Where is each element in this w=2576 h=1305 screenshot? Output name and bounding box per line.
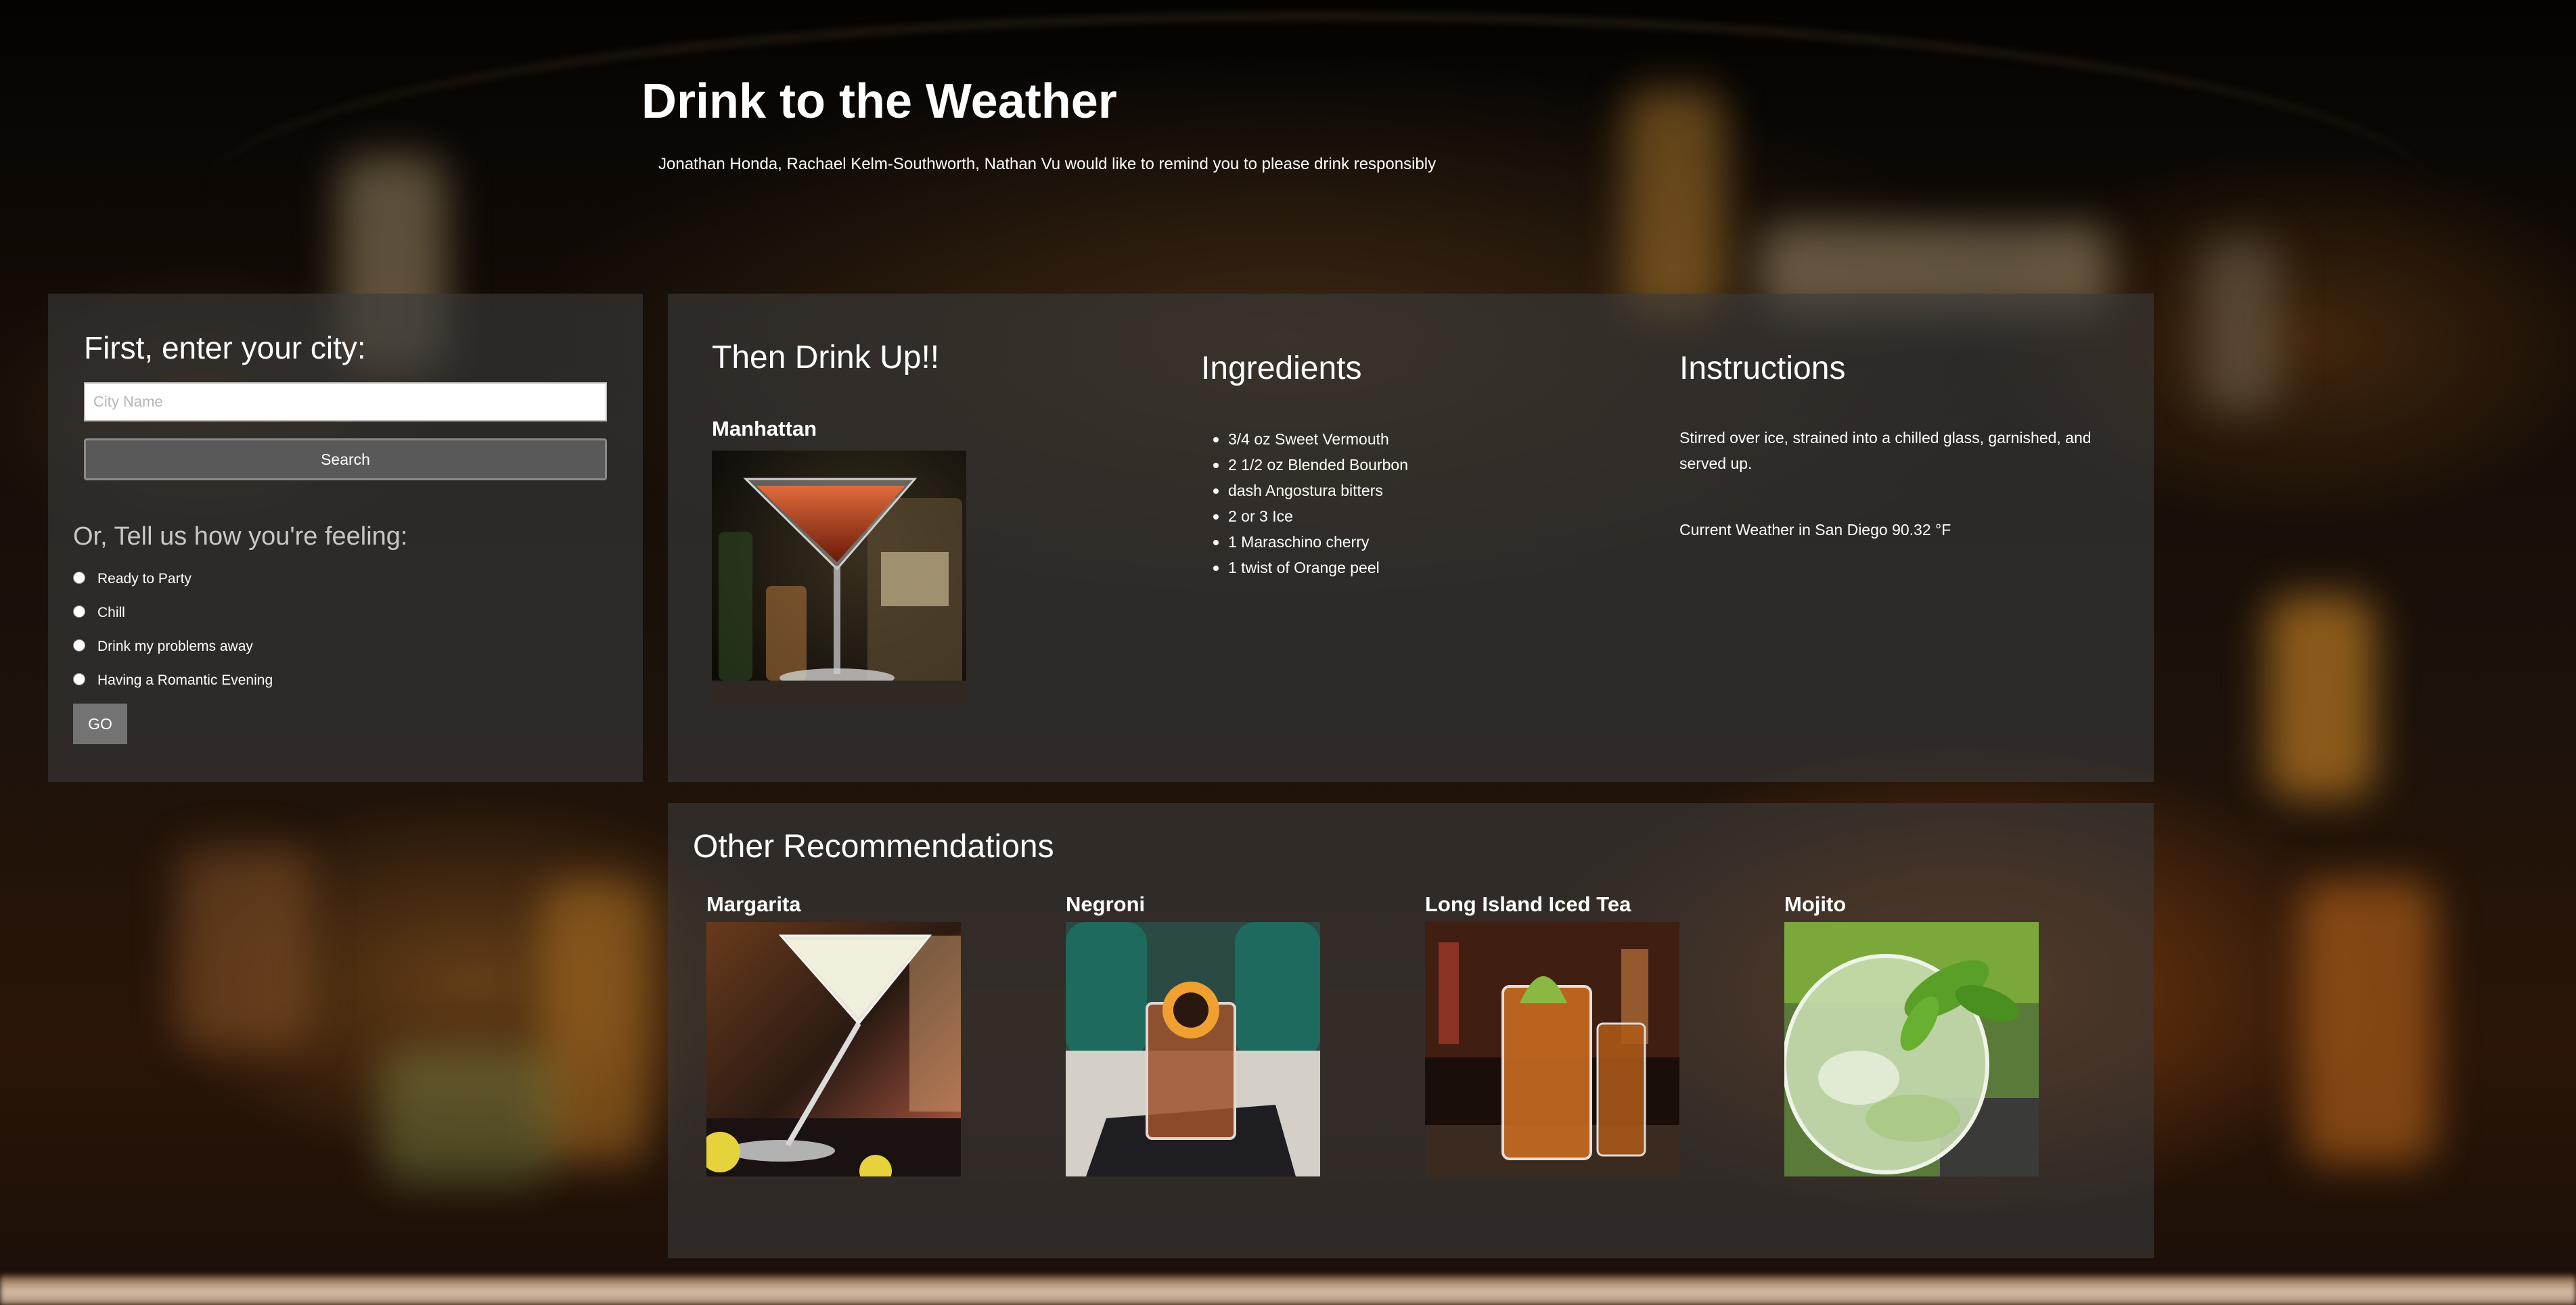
mood-option-drink-problems-away[interactable]: Drink my problems away (73, 630, 273, 664)
mood-option-romantic-evening[interactable]: Having a Romantic Evening (73, 664, 273, 697)
mood-option-chill[interactable]: Chill (73, 596, 273, 630)
go-button[interactable]: GO (73, 704, 127, 744)
mojito-icon (1784, 922, 2039, 1176)
negroni-icon (1066, 922, 1320, 1176)
ingredient-item: 1 Maraschino cherry (1213, 529, 1408, 555)
mood-options: Ready to Party Chill Drink my problems a… (73, 562, 273, 697)
site-title: Drink to the Weather (641, 74, 1117, 129)
feeling-heading: Or, Tell us how you're feeling: (73, 522, 408, 551)
mood-radio-romantic-evening[interactable] (73, 673, 85, 685)
ingredient-item: 1 twist of Orange peel (1213, 555, 1408, 580)
recommendation-name: Margarita (706, 892, 801, 916)
drink-name: Manhattan (712, 417, 817, 440)
search-button[interactable]: Search (84, 438, 607, 480)
negroni-photo[interactable] (1066, 922, 1320, 1176)
recommendation-card-negroni[interactable]: Negroni (1066, 891, 1320, 1176)
recommendation-card-long-island-iced-tea[interactable]: Long Island Iced Tea (1425, 891, 1679, 1176)
recommendation-name: Mojito (1784, 892, 1847, 916)
city-name-input[interactable] (84, 382, 607, 421)
drink-heading: Then Drink Up!! (712, 340, 940, 375)
current-weather: Current Weather in San Diego 90.32 °F (1679, 521, 1951, 539)
instructions-heading: Instructions (1679, 350, 1846, 386)
mood-label: Chill (97, 605, 125, 620)
recommendations-heading: Other Recommendations (693, 829, 1054, 865)
mood-label: Drink my problems away (97, 639, 253, 654)
recommendation-card-mojito[interactable]: Mojito (1784, 891, 2039, 1176)
margarita-icon (706, 922, 961, 1176)
ingredient-list: 3/4 oz Sweet Vermouth 2 1/2 oz Blended B… (1213, 426, 1408, 580)
ingredients-heading: Ingredients (1201, 350, 1362, 386)
mood-radio-drink-problems-away[interactable] (73, 639, 85, 651)
recommendations-panel: Other Recommendations Margarita Negroni … (668, 803, 2154, 1258)
ingredient-item: 3/4 oz Sweet Vermouth (1213, 426, 1408, 452)
manhattan-photo (712, 451, 966, 705)
bar-counter-edge (0, 1275, 2576, 1305)
search-panel: First, enter your city: Search Or, Tell … (48, 294, 643, 782)
ingredient-item: 2 or 3 Ice (1213, 503, 1408, 529)
mood-radio-chill[interactable] (73, 605, 85, 618)
ingredient-item: dash Angostura bitters (1213, 478, 1408, 503)
mojito-photo[interactable] (1784, 922, 2039, 1176)
recommendation-card-margarita[interactable]: Margarita (706, 891, 961, 1176)
ingredient-item: 2 1/2 oz Blended Bourbon (1213, 452, 1408, 478)
mood-label: Ready to Party (97, 571, 191, 587)
site-subtitle: Jonathan Honda, Rachael Kelm-Southworth,… (658, 155, 1437, 173)
instructions-text: Stirred over ice, strained into a chille… (1679, 429, 2092, 472)
drink-panel: Then Drink Up!! Manhattan Ingredients 3/… (668, 294, 2154, 782)
mood-option-ready-to-party[interactable]: Ready to Party (73, 562, 273, 596)
long-island-iced-tea-icon (1425, 922, 1679, 1176)
recommendation-name: Long Island Iced Tea (1425, 892, 1631, 916)
mood-radio-ready-to-party[interactable] (73, 572, 85, 584)
mood-label: Having a Romantic Evening (97, 672, 273, 688)
recommendation-name: Negroni (1066, 892, 1146, 916)
city-heading: First, enter your city: (84, 330, 366, 365)
margarita-photo[interactable] (706, 922, 961, 1176)
manhattan-cocktail-icon (712, 451, 966, 705)
long-island-iced-tea-photo[interactable] (1425, 922, 1679, 1176)
